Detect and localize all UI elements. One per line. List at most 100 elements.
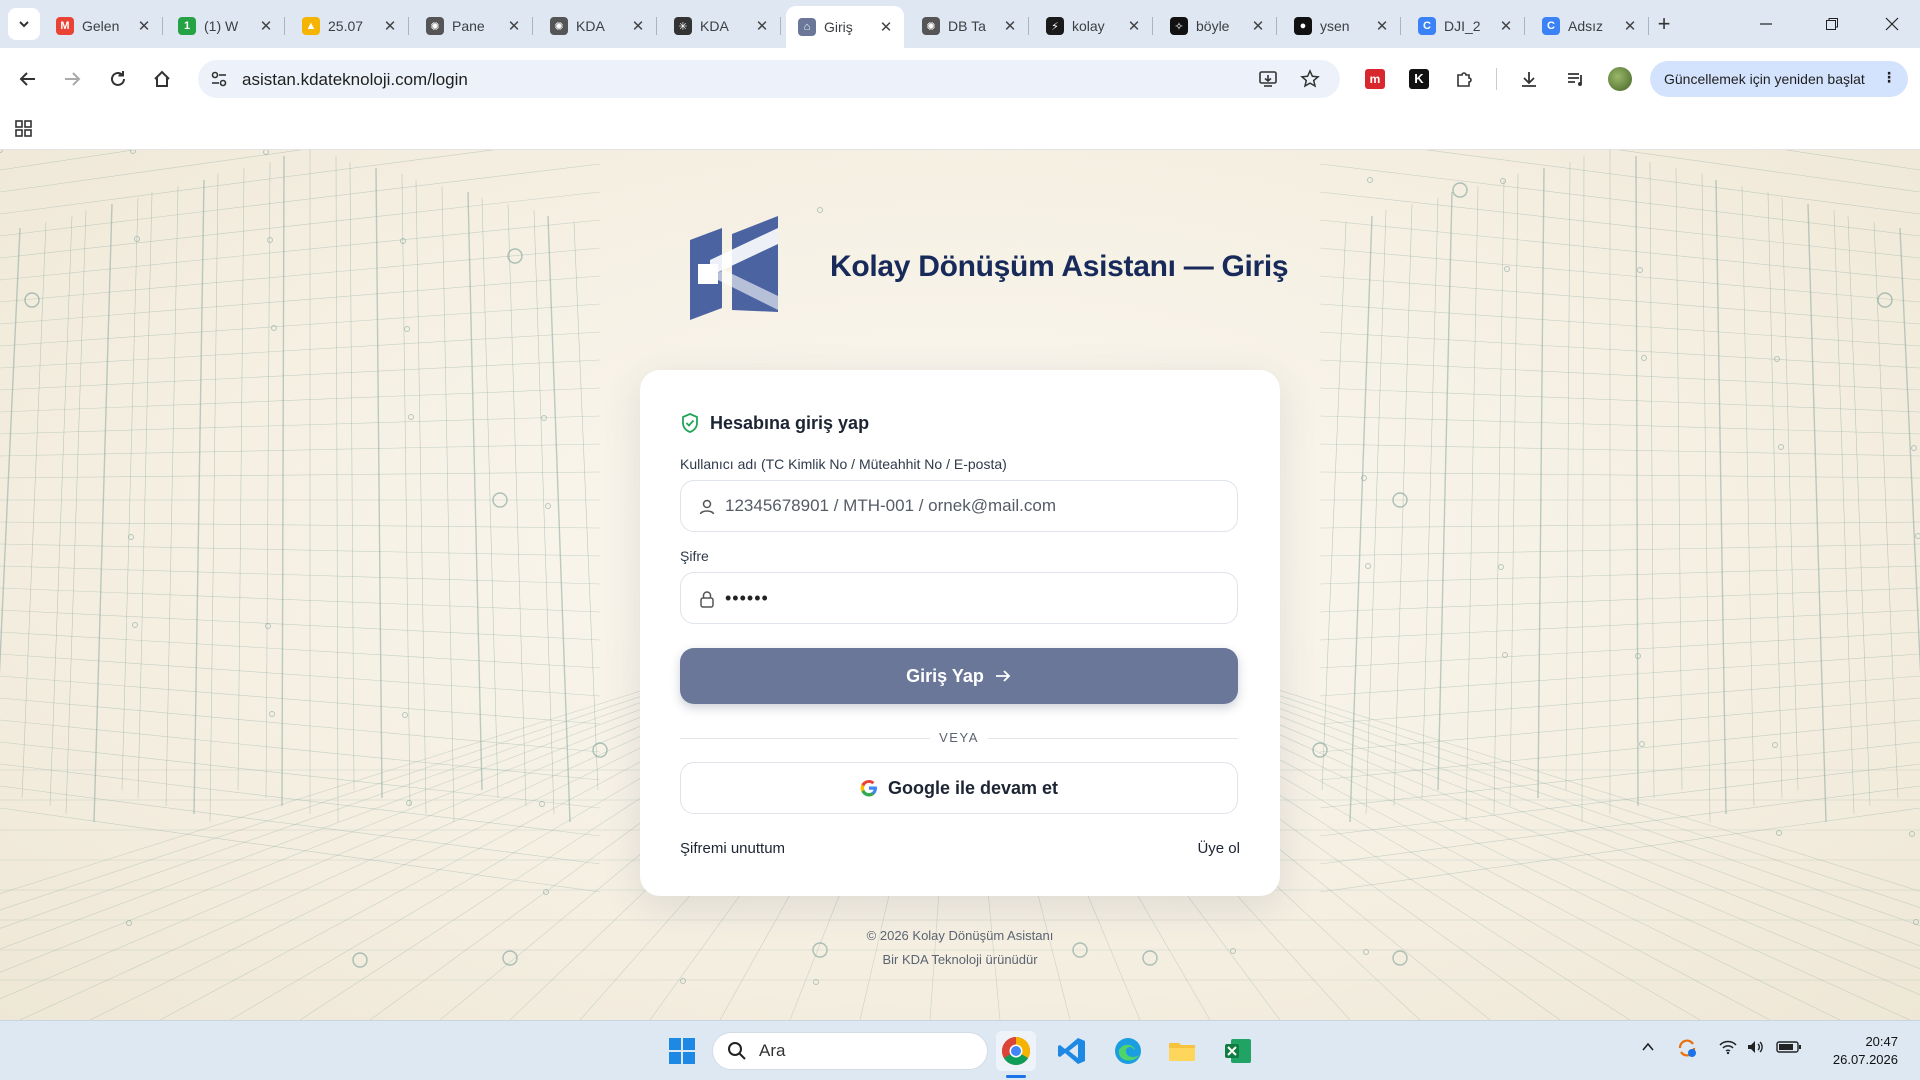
extensions-button[interactable]	[1448, 63, 1480, 95]
arrow-left-icon	[19, 72, 35, 86]
close-tab-icon[interactable]: ✕	[256, 17, 276, 35]
tab-title: ysen	[1320, 18, 1350, 34]
puzzle-icon	[1457, 72, 1472, 87]
brand-header: Kolay Dönüşüm Asistanı — Giriş	[680, 214, 1289, 324]
gmail-icon: M	[56, 17, 74, 35]
volume-icon[interactable]	[1746, 1039, 1766, 1055]
site-icon: ⌂	[798, 18, 816, 36]
minimize-icon	[1760, 23, 1772, 25]
windows-taskbar: Ara 20:47 26.07.2026	[0, 1020, 1920, 1080]
tab-title: böyle	[1196, 18, 1230, 34]
tab-3[interactable]: ▲ 25.07 ✕	[290, 8, 409, 44]
toolbar-separator	[1496, 68, 1497, 90]
tab-1[interactable]: M Gelen ✕	[44, 8, 163, 44]
google-signin-button[interactable]: Google ile devam et	[680, 762, 1238, 814]
tab-5[interactable]: ✺ KDA ✕	[538, 8, 657, 44]
card-header: Hesabına giriş yap	[680, 412, 869, 434]
tab-9[interactable]: ⚡ kolay ✕	[1034, 8, 1153, 44]
close-tab-icon[interactable]: ✕	[752, 17, 772, 35]
install-app-icon[interactable]	[1258, 69, 1278, 89]
tab-7[interactable]: ⌂ Giriş ✕	[786, 6, 904, 48]
close-tab-icon[interactable]: ✕	[504, 17, 524, 35]
update-label: Güncellemek için yeniden başlat	[1664, 71, 1865, 87]
bookmarks-bar	[0, 110, 1920, 150]
close-tab-icon[interactable]: ✕	[1000, 17, 1020, 35]
close-tab-icon[interactable]: ✕	[1124, 17, 1144, 35]
tab-10[interactable]: ✧ böyle ✕	[1158, 8, 1277, 44]
username-input[interactable]	[725, 481, 1225, 531]
restore-button[interactable]	[1812, 10, 1852, 38]
tab-search-button[interactable]	[8, 8, 40, 40]
close-tab-icon[interactable]: ✕	[1620, 17, 1640, 35]
taskbar-excel[interactable]	[1218, 1031, 1258, 1071]
url-text[interactable]: asistan.kdateknoloji.com/login	[242, 70, 468, 90]
tab-title: DJI_2	[1444, 18, 1481, 34]
signup-link[interactable]: Üye ol	[1197, 840, 1240, 857]
taskbar-edge[interactable]	[1108, 1031, 1148, 1071]
forgot-password-link[interactable]: Şifremi unuttum	[680, 840, 785, 857]
more-menu-icon[interactable]: ⋮	[1882, 69, 1896, 86]
tab-11[interactable]: ● ysen ✕	[1282, 8, 1401, 44]
close-tab-icon[interactable]: ✕	[1248, 17, 1268, 35]
tab-12[interactable]: C DJI_2 ✕	[1406, 8, 1525, 44]
tab-4[interactable]: ✺ Pane ✕	[414, 8, 533, 44]
login-button[interactable]: Giriş Yap	[680, 648, 1238, 704]
profile-button[interactable]	[1604, 63, 1636, 95]
edge-icon	[1115, 1038, 1141, 1064]
new-tab-button[interactable]: +	[1650, 10, 1678, 38]
taskbar-search[interactable]: Ara	[712, 1032, 988, 1070]
start-button[interactable]	[662, 1031, 702, 1071]
tab-8[interactable]: ✺ DB Ta ✕	[910, 8, 1029, 44]
vscode-icon	[1058, 1038, 1085, 1064]
media-control-button[interactable]	[1560, 63, 1592, 95]
tab-title: Pane	[452, 18, 485, 34]
reload-button[interactable]	[102, 63, 134, 95]
avatar	[1608, 67, 1632, 91]
close-tab-icon[interactable]: ✕	[1372, 17, 1392, 35]
close-tab-icon[interactable]: ✕	[134, 17, 154, 35]
close-tab-icon[interactable]: ✕	[628, 17, 648, 35]
tab-title: kolay	[1072, 18, 1105, 34]
close-tab-icon[interactable]: ✕	[380, 17, 400, 35]
extension-mega-button[interactable]: m	[1359, 63, 1391, 95]
footer-company: Bir KDA Teknoloji ürünüdür	[882, 952, 1038, 967]
minimize-button[interactable]	[1746, 10, 1786, 38]
tray-overflow-icon[interactable]	[1640, 1039, 1656, 1055]
chrome-active-indicator	[1006, 1075, 1026, 1078]
home-button[interactable]	[146, 63, 178, 95]
sync-icon[interactable]	[1676, 1037, 1698, 1059]
home-icon	[154, 70, 170, 87]
tab-13[interactable]: C Adsız ✕	[1530, 8, 1649, 44]
star-icon[interactable]	[1300, 69, 1320, 89]
extension-k-button[interactable]: K	[1403, 63, 1435, 95]
tab-2[interactable]: 1 (1) W ✕	[166, 8, 285, 44]
update-restart-button[interactable]: Güncellemek için yeniden başlat ⋮	[1650, 61, 1908, 97]
close-tab-icon[interactable]: ✕	[876, 18, 896, 36]
forward-button[interactable]	[56, 63, 88, 95]
battery-icon[interactable]	[1776, 1039, 1802, 1055]
tab-6[interactable]: ✳ KDA ✕	[662, 8, 781, 44]
system-clock[interactable]: 20:47 26.07.2026	[1818, 1033, 1898, 1069]
site-info-icon[interactable]	[210, 70, 228, 88]
address-bar[interactable]: asistan.kdateknoloji.com/login	[198, 60, 1340, 98]
password-field[interactable]	[680, 572, 1238, 624]
or-divider: VEYA	[680, 730, 1238, 746]
username-label: Kullanıcı adı (TC Kimlik No / Müteahhit …	[680, 456, 1007, 472]
download-icon	[1522, 72, 1536, 87]
password-input[interactable]	[725, 573, 1225, 623]
taskbar-file-explorer[interactable]	[1162, 1031, 1202, 1071]
openai-icon: ✺	[550, 17, 568, 35]
close-tab-icon[interactable]: ✕	[1496, 17, 1516, 35]
close-window-button[interactable]	[1872, 10, 1912, 38]
back-button[interactable]	[12, 63, 44, 95]
clock-time: 20:47	[1865, 1034, 1898, 1049]
openai-icon: ✺	[922, 17, 940, 35]
username-field[interactable]	[680, 480, 1238, 532]
google-icon	[860, 780, 877, 797]
tab-title: Gelen	[82, 18, 120, 34]
downloads-button[interactable]	[1513, 63, 1545, 95]
taskbar-chrome[interactable]	[996, 1031, 1036, 1071]
apps-grid-icon[interactable]	[14, 119, 34, 139]
wifi-icon[interactable]	[1718, 1039, 1738, 1055]
taskbar-vscode[interactable]	[1052, 1031, 1092, 1071]
